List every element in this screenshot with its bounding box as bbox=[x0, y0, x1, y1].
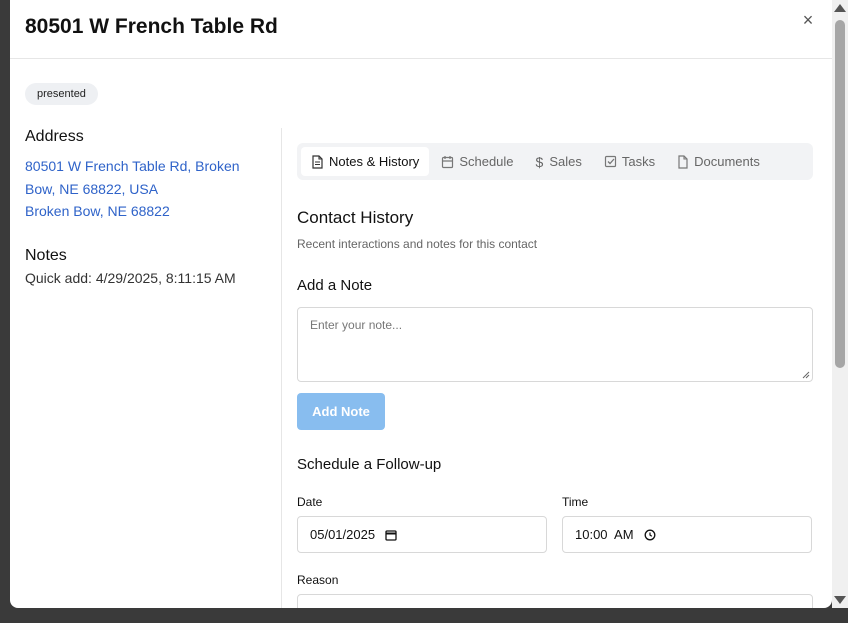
date-field: Date 05/01/2025 bbox=[297, 495, 547, 553]
tab-label: Notes & History bbox=[329, 154, 420, 169]
time-label: Time bbox=[562, 495, 589, 509]
scroll-up-icon[interactable] bbox=[834, 4, 846, 12]
document-icon bbox=[312, 154, 323, 169]
modal-header: 80501 W French Table Rd × bbox=[10, 0, 832, 59]
main-panel: Notes & History Schedule $ Sales Tasks D… bbox=[297, 143, 813, 608]
notes-heading: Notes bbox=[25, 246, 67, 264]
calendar-icon bbox=[442, 155, 454, 168]
status-badge: presented bbox=[25, 83, 98, 105]
clock-icon[interactable] bbox=[644, 529, 656, 541]
contact-history-title: Contact History bbox=[297, 208, 414, 227]
notes-value: Quick add: 4/29/2025, 8:11:15 AM bbox=[25, 269, 236, 286]
time-field: Time 10:00 AM bbox=[562, 495, 812, 553]
checkbox-icon bbox=[604, 155, 616, 167]
note-textarea[interactable]: Enter your note... bbox=[297, 307, 813, 382]
scrollbar-thumb[interactable] bbox=[835, 20, 845, 368]
resize-handle-icon[interactable] bbox=[802, 371, 810, 379]
file-icon bbox=[678, 154, 688, 169]
note-placeholder: Enter your note... bbox=[310, 318, 403, 332]
contact-modal: 80501 W French Table Rd × presented Addr… bbox=[10, 0, 832, 608]
address-line-2: Bow, NE 68822, USA bbox=[25, 180, 159, 197]
date-input[interactable]: 05/01/2025 bbox=[297, 516, 547, 553]
address-line-1: 80501 W French Table Rd, Broken bbox=[25, 158, 240, 174]
tab-label: Documents bbox=[694, 154, 760, 169]
contact-details: Address 80501 W French Table Rd, Broken … bbox=[25, 128, 275, 286]
tab-bar: Notes & History Schedule $ Sales Tasks D… bbox=[297, 143, 813, 180]
tab-label: Tasks bbox=[621, 154, 656, 169]
address-link[interactable]: 80501 W French Table Rd, Broken Bow, NE … bbox=[25, 155, 275, 223]
column-divider bbox=[281, 128, 282, 608]
followup-fields: Date 05/01/2025 Time 10:00 AM bbox=[297, 495, 813, 553]
reason-input[interactable] bbox=[297, 594, 813, 608]
reason-label: Reason bbox=[297, 573, 339, 587]
scroll-down-icon[interactable] bbox=[834, 596, 846, 604]
add-note-heading: Add a Note bbox=[297, 277, 373, 294]
add-note-button[interactable]: Add Note bbox=[297, 393, 385, 430]
tab-documents[interactable]: Documents bbox=[667, 147, 770, 176]
date-label: Date bbox=[297, 495, 323, 509]
close-button[interactable]: × bbox=[800, 10, 816, 31]
tab-label: Schedule bbox=[459, 154, 514, 169]
dollar-icon: $ bbox=[535, 153, 544, 170]
tab-tasks[interactable]: Tasks bbox=[594, 147, 665, 176]
time-input[interactable]: 10:00 AM bbox=[562, 516, 812, 553]
tab-notes-history[interactable]: Notes & History bbox=[301, 147, 430, 176]
tab-label: Sales bbox=[549, 154, 582, 169]
date-value: 05/01/2025 bbox=[310, 527, 376, 542]
address-line-3: Broken Bow, NE 68822 bbox=[25, 203, 170, 219]
modal-title: 80501 W French Table Rd bbox=[25, 15, 278, 38]
tab-schedule[interactable]: Schedule bbox=[431, 147, 523, 176]
followup-heading: Schedule a Follow-up bbox=[297, 456, 442, 473]
address-heading: Address bbox=[25, 128, 84, 145]
scrollbar[interactable] bbox=[832, 0, 848, 608]
contact-history-subtitle: Recent interactions and notes for this c… bbox=[297, 237, 538, 251]
time-value: 10:00 AM bbox=[575, 527, 634, 542]
calendar-picker-icon[interactable] bbox=[385, 529, 397, 541]
tab-sales[interactable]: $ Sales bbox=[526, 147, 592, 176]
